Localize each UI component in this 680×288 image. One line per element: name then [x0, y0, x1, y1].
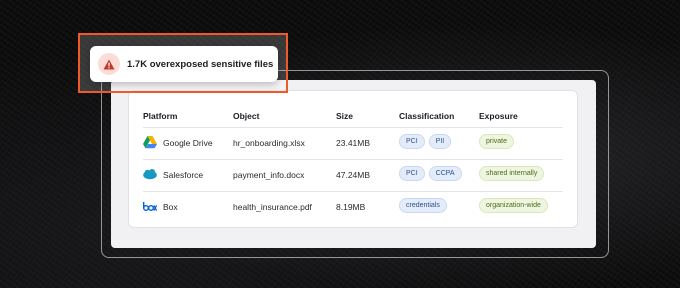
files-table: Platform Object Size Classification Expo… — [128, 90, 578, 228]
warning-badge — [98, 53, 120, 75]
object-name: hr_onboarding.xlsx — [233, 138, 305, 148]
platform-cell: Box — [143, 200, 178, 213]
header-exposure: Exposure — [479, 111, 518, 121]
alert-message: 1.7K overexposed sensitive files — [127, 58, 274, 70]
google-drive-icon — [143, 136, 157, 149]
header-classification: Classification — [399, 111, 455, 121]
platform-cell: Google Drive — [143, 136, 213, 149]
exposure-cell: private — [479, 134, 518, 151]
table-header: Platform Object Size Classification Expo… — [143, 111, 563, 127]
classification-badge: credentials — [399, 198, 447, 213]
object-name: health_insurance.pdf — [233, 202, 312, 212]
classification-badge: PCI — [399, 134, 425, 149]
classification-cell: PCI PII — [399, 134, 455, 151]
exposure-badge: organization-wide — [479, 198, 548, 213]
header-platform: Platform — [143, 111, 178, 121]
salesforce-icon — [143, 169, 157, 180]
classification-badge: PCI — [399, 166, 425, 181]
table-row[interactable]: Salesforce payment_info.docx 47.24MB PCI… — [143, 159, 563, 191]
row-divider — [143, 127, 563, 128]
file-size: 23.41MB — [336, 138, 371, 148]
header-object: Object — [233, 111, 260, 121]
platform-cell: Salesforce — [143, 168, 203, 181]
classification-badge: CCPA — [428, 166, 462, 181]
alert-toast[interactable]: 1.7K overexposed sensitive files — [90, 46, 278, 82]
table-row[interactable]: Google Drive hr_onboarding.xlsx 23.41MB … — [143, 127, 563, 159]
exposure-cell: organization-wide — [479, 198, 552, 215]
platform-name: Box — [163, 201, 178, 212]
row-divider — [143, 159, 563, 160]
file-size: 8.19MB — [336, 202, 366, 212]
classification-cell: PCI CCPA — [399, 166, 466, 183]
row-divider — [143, 191, 563, 192]
header-size: Size — [336, 111, 354, 121]
object-name: payment_info.docx — [233, 170, 305, 180]
exposure-badge: shared internally — [479, 166, 545, 181]
warning-triangle-icon — [103, 59, 115, 69]
alert-callout: 1.7K overexposed sensitive files — [78, 33, 288, 93]
table-row[interactable]: Box health_insurance.pdf 8.19MB credenti… — [143, 191, 563, 223]
file-size: 47.24MB — [336, 170, 371, 180]
platform-name: Salesforce — [163, 169, 204, 180]
box-icon — [143, 202, 157, 211]
platform-name: Google Drive — [163, 137, 213, 148]
classification-cell: credentials — [399, 198, 451, 215]
exposure-cell: shared internally — [479, 166, 548, 183]
exposure-badge: private — [479, 134, 515, 149]
classification-badge: PII — [428, 134, 452, 149]
